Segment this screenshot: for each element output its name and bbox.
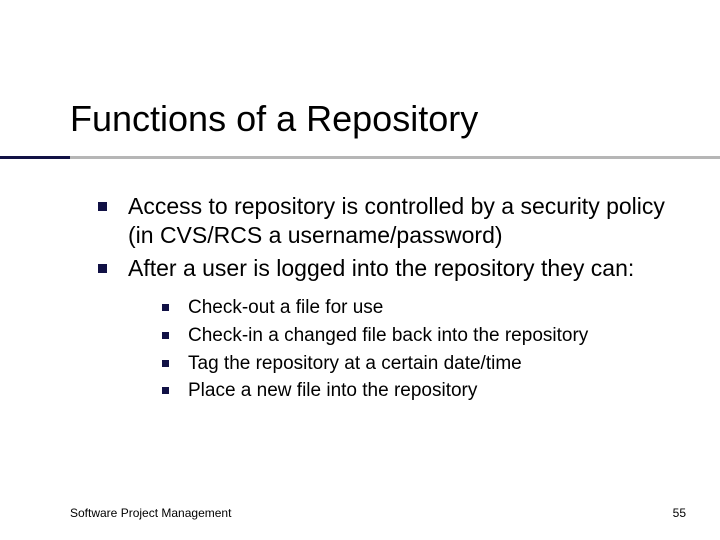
bullet-text: Place a new file into the repository	[188, 380, 477, 401]
title-area: Functions of a Repository	[70, 98, 680, 140]
list-item: After a user is logged into the reposito…	[98, 254, 680, 405]
bullet-text: After a user is logged into the reposito…	[128, 255, 634, 281]
bullet-text: Tag the repository at a certain date/tim…	[188, 353, 522, 374]
bullet-text: Check-in a changed file back into the re…	[188, 325, 588, 346]
list-item: Check-in a changed file back into the re…	[162, 324, 680, 349]
slide-body: Access to repository is controlled by a …	[98, 192, 680, 408]
list-item: Tag the repository at a certain date/tim…	[162, 352, 680, 377]
slide: Functions of a Repository Access to repo…	[0, 0, 720, 540]
bullet-text: Access to repository is controlled by a …	[128, 193, 665, 248]
list-item: Access to repository is controlled by a …	[98, 192, 680, 250]
slide-title: Functions of a Repository	[70, 98, 680, 140]
list-item: Check-out a file for use	[162, 296, 680, 321]
bullet-list-level1: Access to repository is controlled by a …	[98, 192, 680, 404]
footer-text: Software Project Management	[70, 506, 231, 520]
list-item: Place a new file into the repository	[162, 379, 680, 404]
bullet-list-level2: Check-out a file for use Check-in a chan…	[162, 296, 680, 404]
bullet-text: Check-out a file for use	[188, 297, 383, 318]
title-underline-grey	[0, 156, 720, 159]
title-underline-accent	[0, 156, 70, 159]
page-number: 55	[673, 506, 686, 520]
